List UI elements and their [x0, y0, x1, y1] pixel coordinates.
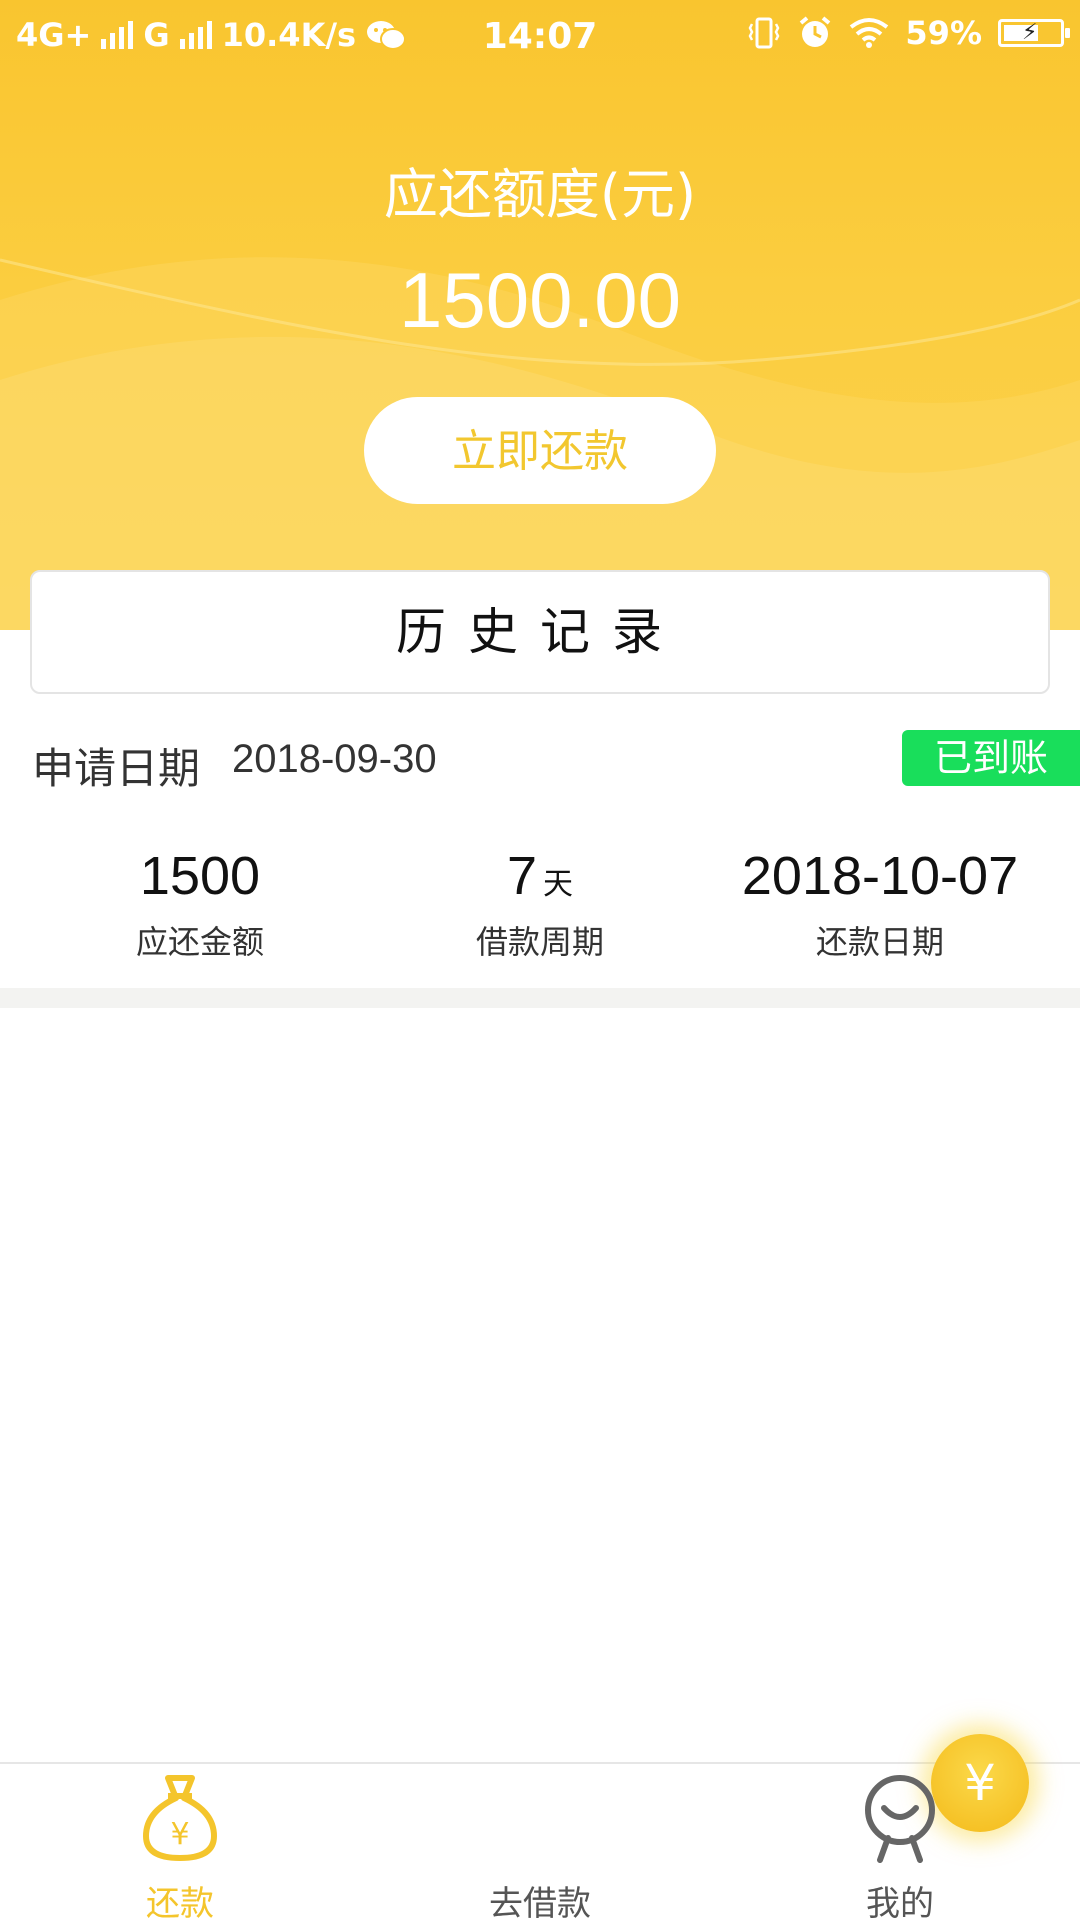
status-bar: 4G+ G 10.4K/s 14:07 59% ⚡ — [0, 0, 1080, 72]
loan-period-label: 借款周期 — [475, 923, 604, 961]
bottom-tab-bar: ¥ 还款 ¥ 去借款 我的 — [0, 1734, 1080, 1924]
apply-date-value: 2018-09-30 — [232, 737, 437, 781]
money-bag-icon: ¥ — [143, 1775, 217, 1861]
section-divider — [0, 988, 1080, 1008]
repay-amount-value: 1500 — [139, 846, 261, 906]
tab-repay-label: 还款 — [146, 1884, 214, 1924]
due-date-metric: 2018-10-07 还款日期 — [700, 845, 1060, 963]
tab-mine[interactable]: 我的 — [800, 1764, 1000, 1924]
loan-period-value: 7 — [506, 846, 538, 906]
vibrate-icon — [749, 17, 780, 49]
battery-charging-icon: ⚡ — [998, 19, 1070, 47]
battery-percent: 59% — [905, 14, 982, 52]
loan-period-unit: 天 — [543, 867, 574, 902]
amount-due-value: 1500.00 — [399, 256, 681, 344]
repay-amount-label: 应还金额 — [135, 923, 264, 961]
history-records-button[interactable]: 历史记录 — [30, 570, 1050, 694]
due-date-value: 2018-10-07 — [741, 846, 1019, 906]
repay-now-button[interactable]: 立即还款 — [364, 397, 716, 504]
tab-borrow-label: 去借款 — [489, 1884, 591, 1924]
tab-repay[interactable]: ¥ 还款 — [80, 1764, 280, 1924]
wifi-icon — [850, 18, 889, 48]
profile-face-icon — [865, 1775, 935, 1863]
bag-yen-symbol: ¥ — [170, 1817, 189, 1852]
apply-date-label: 申请日期 — [32, 744, 201, 793]
amount-due-label: 应还额度(元) — [383, 163, 697, 226]
tab-borrow[interactable]: ¥ 去借款 — [440, 1734, 1029, 1924]
period-metric: 7天 借款周期 — [360, 845, 720, 963]
due-date-label: 还款日期 — [815, 923, 944, 961]
tab-mine-label: 我的 — [866, 1884, 934, 1924]
alarm-icon — [800, 16, 831, 47]
amount-metric: 1500 应还金额 — [20, 845, 380, 963]
status-badge: 已到账 — [902, 730, 1080, 786]
